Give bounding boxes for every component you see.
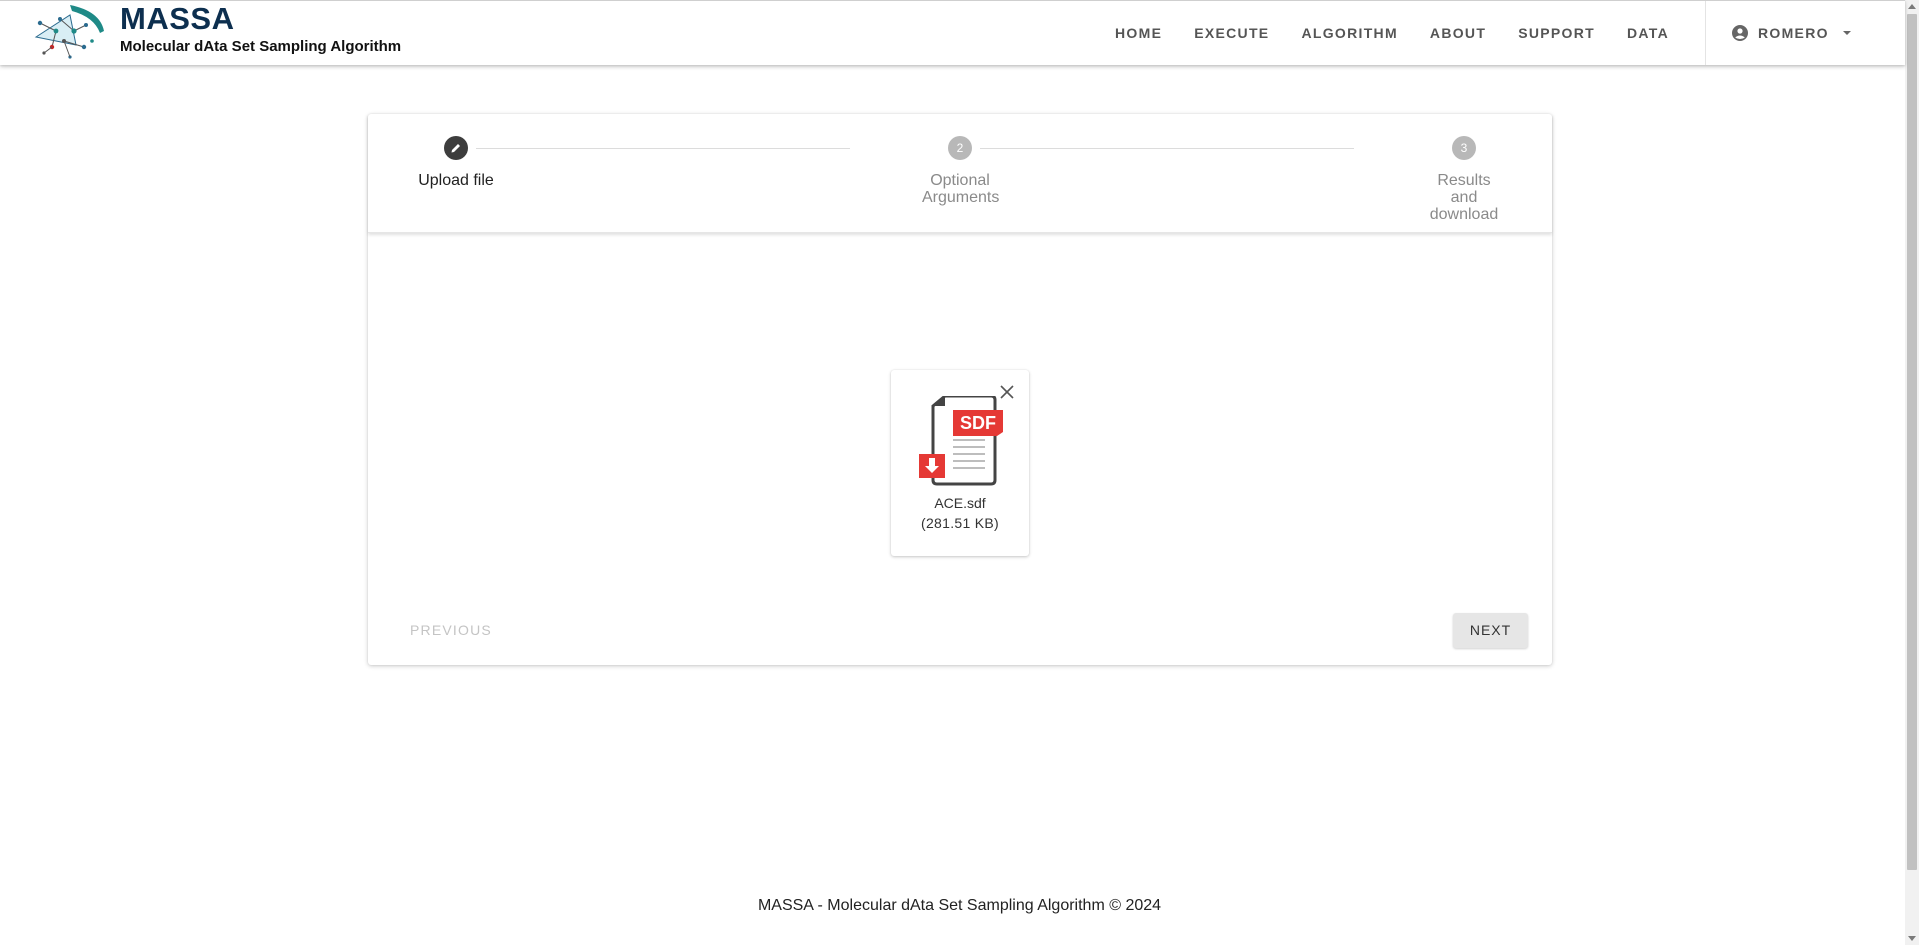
main-nav: HOME EXECUTE ALGORITHM ABOUT SUPPORT DAT…: [1099, 1, 1685, 65]
stepper-card: Upload file 2 Optional Arguments 3 Resul…: [368, 114, 1552, 665]
next-button[interactable]: NEXT: [1453, 613, 1528, 648]
scroll-up-icon[interactable]: [1908, 4, 1916, 9]
nav-support[interactable]: SUPPORT: [1502, 1, 1611, 65]
user-menu-button[interactable]: ROMERO: [1732, 1, 1851, 65]
file-name: ACE.sdf: [934, 495, 986, 511]
step-upload-file[interactable]: Upload file: [396, 136, 516, 189]
page-scrollbar[interactable]: [1905, 0, 1919, 945]
nav-home[interactable]: HOME: [1099, 1, 1178, 65]
file-size: (281.51 KB): [920, 515, 999, 531]
nav-divider: [1705, 1, 1706, 65]
step-circle-active: [444, 136, 468, 160]
brand-subtitle: Molecular dAta Set Sampling Algorithm: [120, 38, 402, 55]
nav-algorithm[interactable]: ALGORITHM: [1285, 1, 1413, 65]
brand-title[interactable]: MASSA: [120, 1, 234, 37]
user-name: ROMERO: [1758, 25, 1829, 41]
step-results-download[interactable]: 3 Results and download: [1404, 136, 1524, 223]
step-optional-arguments[interactable]: 2 Optional Arguments: [900, 136, 1020, 206]
scrollbar-thumb[interactable]: [1907, 14, 1917, 870]
top-app-bar: MASSA Molecular dAta Set Sampling Algori…: [0, 0, 1905, 65]
nav-about[interactable]: ABOUT: [1414, 1, 1502, 65]
sdf-file-icon: SDF: [919, 396, 1003, 486]
step-circle: 3: [1452, 136, 1476, 160]
step-label: Results and download: [1429, 172, 1499, 223]
account-circle-icon: [1732, 25, 1748, 41]
file-badge-text: SDF: [960, 413, 996, 433]
caret-down-icon: [1842, 31, 1851, 35]
step-connector: [476, 148, 850, 149]
uploaded-file-card: SDF ACE.sdf (281.51 KB): [891, 370, 1029, 556]
stepper-header: Upload file 2 Optional Arguments 3 Resul…: [368, 114, 1552, 233]
footer-text: MASSA - Molecular dAta Set Sampling Algo…: [757, 897, 1162, 914]
step-label: Optional Arguments: [922, 172, 1000, 206]
molecule-logo-icon[interactable]: [30, 1, 104, 65]
previous-button[interactable]: PREVIOUS: [396, 612, 506, 648]
step-label: Upload file: [418, 172, 494, 189]
scroll-down-icon[interactable]: [1908, 936, 1916, 941]
step-circle: 2: [948, 136, 972, 160]
step-connector: [980, 148, 1354, 149]
nav-execute[interactable]: EXECUTE: [1178, 1, 1285, 65]
pencil-icon: [451, 144, 460, 153]
nav-data[interactable]: DATA: [1611, 1, 1685, 65]
